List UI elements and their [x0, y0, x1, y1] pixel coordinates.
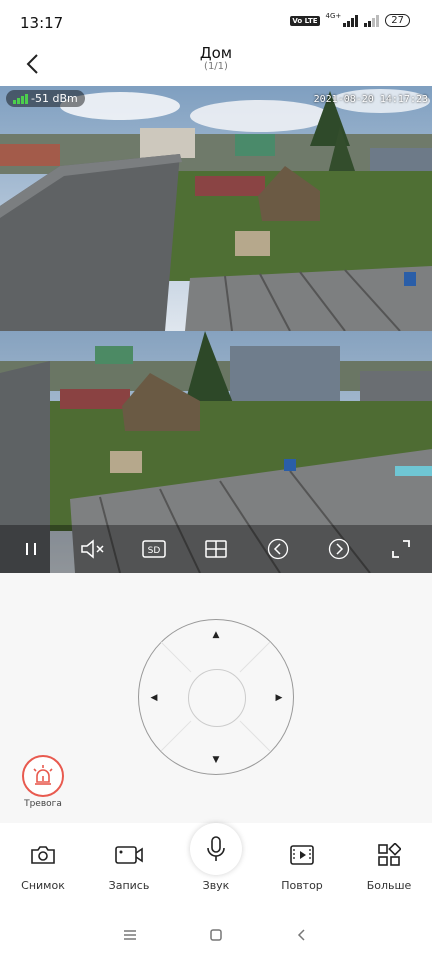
split-icon [205, 540, 227, 558]
signal-strength-value: -51 dBm [31, 92, 78, 105]
sound-label: Звук [202, 879, 230, 892]
ptz-down-button[interactable]: ▼ [209, 753, 223, 767]
page-title: Дом [199, 44, 233, 62]
ptz-joystick[interactable]: ▲ ▼ ◀ ▶ [138, 619, 294, 775]
video-camera-icon [115, 846, 143, 864]
prev-icon [267, 538, 288, 560]
bottom-toolbar: Снимок Запись Звук Повтор Больше [0, 823, 432, 909]
snapshot-label: Снимок [21, 879, 65, 892]
wifi-signal-icon [13, 93, 28, 104]
record-label: Запись [108, 879, 150, 892]
replay-button[interactable]: Повтор [267, 837, 337, 892]
page-subtitle: (1/1) [204, 61, 228, 72]
status-bar: 13:17 Vo LTE 4G+ 27 [0, 0, 432, 44]
signal-sim2-icon [364, 14, 380, 27]
replay-label: Повтор [281, 879, 323, 892]
sound-button[interactable]: Звук [181, 823, 251, 892]
more-icon [378, 843, 401, 866]
ptz-up-button[interactable]: ▲ [209, 628, 223, 642]
fullscreen-button[interactable] [387, 535, 415, 563]
system-nav-bar [0, 909, 432, 960]
next-icon [329, 538, 350, 560]
snapshot-button[interactable]: Снимок [8, 837, 78, 892]
pause-button[interactable] [17, 535, 45, 563]
network-type: 4G+ [325, 11, 342, 20]
menu-icon[interactable] [122, 928, 138, 942]
more-button[interactable]: Больше [354, 837, 424, 892]
home-icon[interactable] [208, 927, 224, 943]
ptz-control-area: ▲ ▼ ◀ ▶ Тревога [0, 573, 432, 823]
quality-button[interactable]: SD [140, 535, 168, 563]
ptz-left-button[interactable]: ◀ [147, 691, 161, 705]
mute-icon [80, 539, 104, 559]
ptz-center[interactable] [188, 669, 246, 727]
previous-button[interactable] [264, 535, 292, 563]
alarm-button[interactable] [22, 755, 64, 797]
arrow-up-icon: ▲ [212, 630, 220, 640]
split-view-button[interactable] [202, 535, 230, 563]
alarm-label: Тревога [24, 799, 62, 809]
camera-icon [31, 846, 55, 864]
next-button[interactable] [325, 535, 353, 563]
header: Дом (1/1) [0, 44, 432, 86]
alarm-icon [33, 765, 53, 785]
status-icons: Vo LTE 4G+ 27 [290, 11, 410, 27]
arrow-right-icon: ▶ [275, 693, 283, 703]
nav-back-icon[interactable] [294, 927, 310, 943]
ptz-right-button[interactable]: ▶ [272, 691, 286, 705]
more-label: Больше [366, 879, 412, 892]
mute-button[interactable] [79, 535, 107, 563]
signal-strength-badge: -51 dBm [6, 90, 85, 107]
signal-icon [343, 14, 359, 27]
video-controls-bar: SD [0, 525, 432, 573]
camera-video-view[interactable]: -51 dBm 2021-08-20 14:17:23 SD [0, 86, 432, 573]
arrow-down-icon: ▼ [212, 755, 220, 765]
quality-label: SD [148, 546, 161, 556]
sd-icon: SD [142, 540, 166, 558]
battery-indicator: 27 [385, 14, 410, 27]
volte-icon: Vo LTE [290, 15, 320, 26]
video-timestamp: 2021-08-20 14:17:23 [313, 94, 428, 105]
record-button[interactable]: Запись [94, 837, 164, 892]
arrow-left-icon: ◀ [150, 693, 158, 703]
pause-icon [25, 543, 36, 555]
microphone-icon [207, 836, 225, 861]
video-feed-wide: -51 dBm 2021-08-20 14:17:23 [0, 86, 432, 331]
playback-icon [290, 845, 314, 865]
status-time: 13:17 [20, 14, 64, 32]
fullscreen-icon [392, 540, 410, 558]
